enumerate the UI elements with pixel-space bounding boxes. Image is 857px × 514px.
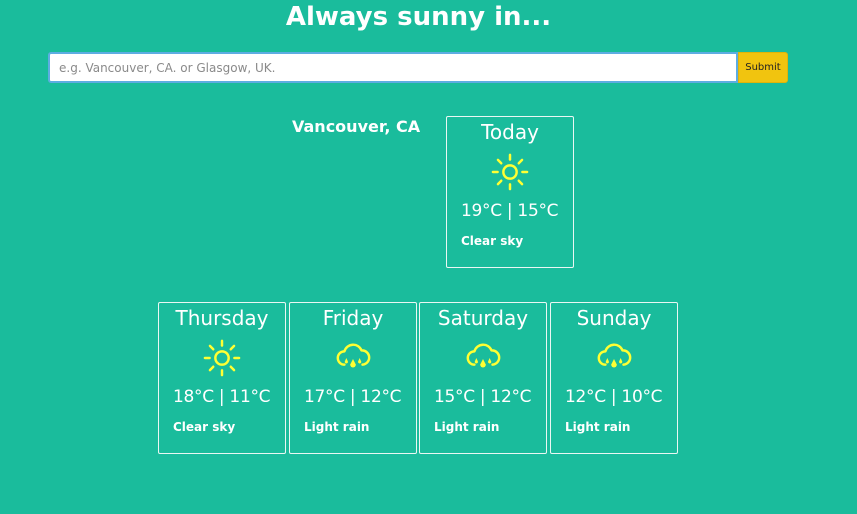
card-description: Clear sky	[461, 234, 524, 248]
card-temps: 19°C | 15°C	[461, 201, 559, 221]
card-description: Light rain	[304, 420, 370, 434]
page-title: Always sunny in...	[285, 2, 552, 32]
rain-cloud-icon	[597, 343, 632, 368]
rain-cloud-icon	[466, 343, 501, 368]
forecast-card-saturday: Saturday 15°C | 12°C Light rain	[419, 302, 547, 454]
card-description: Light rain	[565, 420, 631, 434]
card-day: Thursday	[175, 306, 269, 330]
sun-icon	[203, 339, 241, 377]
location-label: Vancouver, CA	[292, 117, 421, 136]
card-temps: 17°C | 12°C	[304, 387, 402, 407]
sun-icon	[491, 153, 529, 191]
card-temps: 15°C | 12°C	[434, 387, 532, 407]
forecast-card-thursday: Thursday 18°C | 11°C Clear sky	[158, 302, 286, 454]
card-day: Today	[481, 120, 539, 144]
card-description: Clear sky	[173, 420, 236, 434]
rain-cloud-icon	[336, 343, 371, 368]
card-temps: 12°C | 10°C	[565, 387, 663, 407]
submit-button[interactable]: Submit	[738, 52, 788, 83]
card-day: Friday	[322, 306, 384, 330]
today-card: Today 19°C | 15°C Clear sky	[446, 116, 574, 268]
card-description: Light rain	[434, 420, 500, 434]
forecast-card-sunday: Sunday 12°C | 10°C Light rain	[550, 302, 678, 454]
card-temps: 18°C | 11°C	[173, 387, 271, 407]
search-input[interactable]	[48, 52, 738, 83]
card-day: Saturday	[437, 306, 529, 330]
card-day: Sunday	[576, 306, 652, 330]
search-form: Submit	[48, 52, 788, 83]
forecast-card-friday: Friday 17°C | 12°C Light rain	[289, 302, 417, 454]
